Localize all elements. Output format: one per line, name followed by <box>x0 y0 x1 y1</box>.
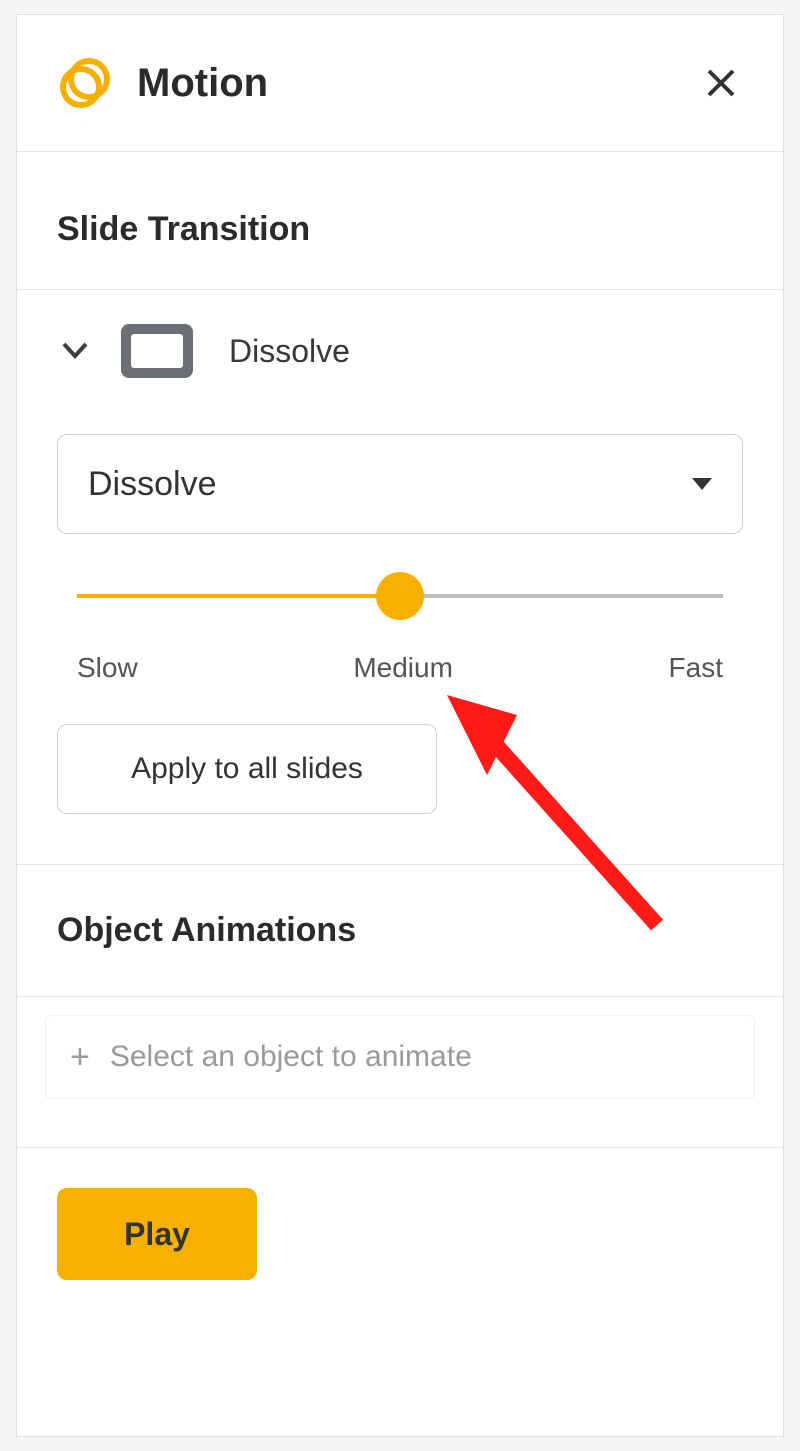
motion-icon <box>57 55 113 111</box>
transition-name-label: Dissolve <box>229 333 350 370</box>
slider-track <box>77 594 723 598</box>
transition-summary-row: Dissolve <box>17 290 783 396</box>
play-button[interactable]: Play <box>57 1188 257 1280</box>
play-button-label: Play <box>124 1216 190 1253</box>
panel-title: Motion <box>137 61 699 106</box>
slider-fill <box>77 594 400 598</box>
plus-icon: + <box>70 1040 90 1074</box>
dropdown-caret-icon <box>692 478 712 490</box>
collapse-toggle[interactable] <box>57 333 93 369</box>
slide-transition-heading: Slide Transition <box>17 152 783 290</box>
slider-label-slow: Slow <box>77 652 138 684</box>
apply-all-wrap: Apply to all slides <box>17 684 783 864</box>
panel-header: Motion <box>17 15 783 152</box>
slide-thumbnail-icon <box>121 324 193 378</box>
apply-to-all-label: Apply to all slides <box>131 752 363 786</box>
slider-label-fast: Fast <box>669 652 723 684</box>
slider-label-medium: Medium <box>353 652 453 684</box>
object-animations-heading: Object Animations <box>17 865 783 996</box>
add-object-animation-button[interactable]: + Select an object to animate <box>45 1015 755 1099</box>
divider <box>17 996 783 997</box>
transition-type-field: Dissolve <box>17 396 783 534</box>
transition-type-value: Dissolve <box>88 465 216 504</box>
slider-labels: Slow Medium Fast <box>77 652 723 684</box>
transition-type-dropdown[interactable]: Dissolve <box>57 434 743 534</box>
slider-thumb[interactable] <box>376 572 424 620</box>
motion-panel: Motion Slide Transition Dissolve Dissolv… <box>16 14 784 1437</box>
close-button[interactable] <box>699 61 743 105</box>
close-icon <box>705 67 737 99</box>
apply-to-all-button[interactable]: Apply to all slides <box>57 724 437 814</box>
transition-speed-slider[interactable]: Slow Medium Fast <box>17 534 783 684</box>
play-section: Play <box>17 1147 783 1320</box>
add-object-placeholder: Select an object to animate <box>110 1040 472 1074</box>
chevron-down-icon <box>60 336 90 366</box>
